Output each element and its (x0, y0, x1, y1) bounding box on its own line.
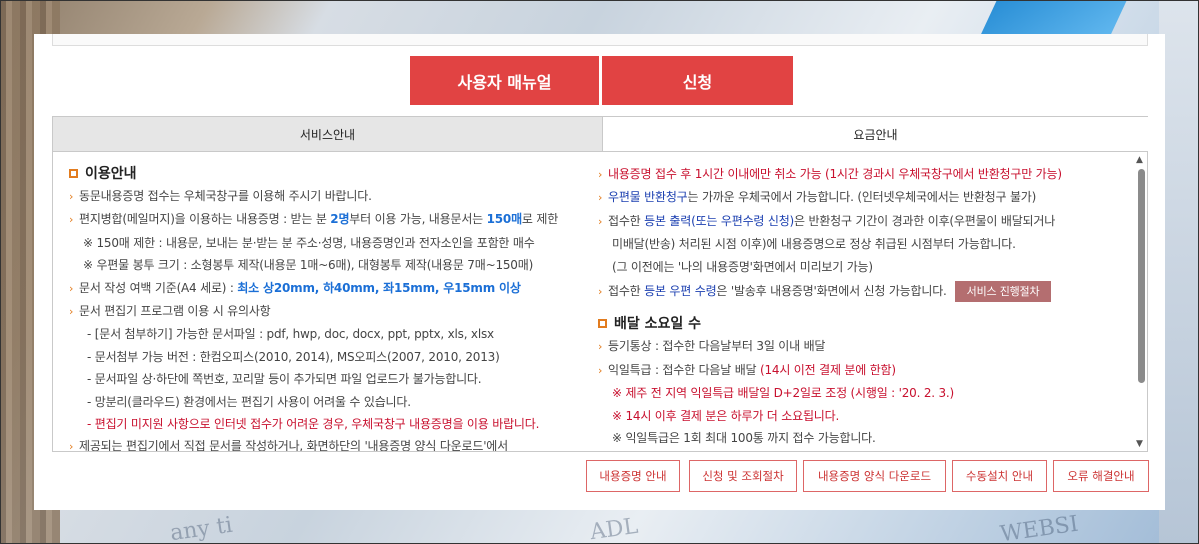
scrollbar-thumb[interactable] (1138, 169, 1145, 383)
top-strip (52, 34, 1148, 46)
arrow-bullet-icon: › (69, 440, 74, 451)
list-item: › 문서 편집기 프로그램 이용 시 유의사항 (69, 300, 599, 323)
list-item: - 문서첨부 가능 버전 : 한컴오피스(2010, 2014), MS오피스(… (87, 349, 500, 364)
list-item: - [문서 첨부하기] 가능한 문서파일 : pdf, hwp, doc, do… (87, 327, 494, 342)
list-item: › 우편물 반환청구는 가까운 우체국에서 가능합니다. (인터넷우체국에서는 반… (598, 186, 1133, 209)
list-item: - 망분리(클라우드) 환경에서는 편집기 사용이 어려울 수 있습니다. (87, 394, 411, 409)
tab-content: 이용안내 › 동문내용증명 접수는 우체국창구를 이용해 주시기 바랍니다. › 편… (53, 153, 1137, 451)
arrow-bullet-icon: › (69, 281, 74, 295)
arrow-bullet-icon: › (598, 168, 603, 181)
arrow-bullet-icon: › (598, 285, 603, 299)
arrow-bullet-icon: › (69, 305, 74, 319)
background-blue-shape (981, 0, 1127, 34)
background-deco-text: any ti (168, 512, 235, 544)
manual-install-button[interactable]: 수동설치 안내 (952, 460, 1047, 492)
scroll-up-icon[interactable]: ▲ (1136, 155, 1143, 165)
usage-guide-column: 이용안내 › 동문내용증명 접수는 우체국창구를 이용해 주시기 바랍니다. › 편… (69, 153, 599, 451)
content-guide-button[interactable]: 내용증명 안내 (586, 460, 680, 492)
list-item: ※ 150매 제한 : 내용문, 보내는 분·받는 분 주소·성명, 내용증명인… (83, 235, 535, 250)
cancel-delivery-column: › 내용증명 접수 후 1시간 이내에만 취소 가능 (1시간 경과시 우체국창구… (598, 153, 1133, 449)
square-bullet-icon (598, 318, 607, 328)
background-right (1159, 0, 1199, 544)
user-manual-button[interactable]: 사용자 매뉴얼 (410, 56, 599, 105)
scroll-down-icon[interactable]: ▼ (1136, 439, 1143, 449)
list-item: 미배달(반송) 처리된 시점 이후)에 내용증명으로 정상 취급된 시점부터 가… (612, 237, 1016, 252)
list-item: › 접수한 등본 우편 수령은 '발송후 내용증명'화면에서 신청 가능합니다. 서… (598, 280, 1133, 303)
square-bullet-icon (69, 168, 78, 178)
tab-fee-info[interactable]: 요금안내 (602, 117, 1148, 152)
list-item: ※ 우편물 봉투 크기 : 소형봉투 제작(내용문 1매~6매), 대형봉투 제… (83, 258, 534, 273)
usage-guide-heading: 이용안내 (69, 161, 599, 185)
list-item: › 제공되는 편집기에서 직접 문서를 작성하거나, 화면하단의 '내용증명 양식… (69, 435, 599, 451)
background-deco-text: WEBSI (998, 511, 1080, 544)
apply-and-lookup-button[interactable]: 신청 및 조회절차 (689, 460, 797, 492)
tab-service-info[interactable]: 서비스안내 (53, 117, 602, 152)
list-item: ※ 14시 이후 결제 분은 하루가 더 소요됩니다. (612, 408, 840, 423)
form-download-button[interactable]: 내용증명 양식 다운로드 (803, 460, 946, 492)
service-process-button[interactable]: 서비스 진행절차 (954, 281, 1052, 303)
list-item: - 문서파일 상·하단에 쪽번호, 꼬리말 등이 추가되면 파일 업로드가 불가… (87, 372, 482, 387)
scrollbar[interactable]: ▲ ▼ (1135, 153, 1147, 451)
list-item: (그 이전에는 '나의 내용증명'화면에서 미리보기 가능) (612, 259, 873, 274)
list-item: ※ 익일특급은 1회 최대 100통 까지 접수 가능합니다. (612, 431, 876, 446)
list-item: › 내용증명 접수 후 1시간 이내에만 취소 가능 (1시간 경과시 우체국창구… (598, 163, 1133, 186)
arrow-bullet-icon: › (69, 213, 74, 227)
list-item: › 등기통상 : 접수한 다음날부터 3일 이내 배달 (598, 335, 1133, 358)
arrow-bullet-icon: › (69, 190, 74, 203)
list-item: › 편지병합(메일머지)을 이용하는 내용증명 : 받는 분 2명부터 이용 가능… (69, 208, 599, 231)
arrow-bullet-icon: › (598, 214, 603, 228)
list-item: - 편집기 미지원 사항으로 인터넷 접수가 어려운 경우, 우체국창구 내용증… (87, 417, 540, 432)
list-item: ※ 제주 전 지역 익일특급 배달일 D+2일로 조정 (시행일 : '20. … (612, 386, 955, 401)
tabs-box: 서비스안내 요금안내 이용안내 › 동문내용증명 접수는 우체국창구를 이용해 주… (52, 116, 1148, 452)
apply-button[interactable]: 신청 (602, 56, 793, 105)
list-item: › 동문내용증명 접수는 우체국창구를 이용해 주시기 바랍니다. (69, 185, 599, 208)
background-deco-text: ADL (588, 513, 640, 544)
delivery-days-heading: 배달 소요일 수 (598, 311, 1133, 335)
arrow-bullet-icon: › (598, 191, 603, 205)
error-help-button[interactable]: 오류 해결안내 (1053, 460, 1149, 492)
main-panel: 사용자 매뉴얼 신청 서비스안내 요금안내 이용안내 › 동문내용증명 접수는 우… (34, 34, 1165, 510)
arrow-bullet-icon: › (598, 340, 603, 354)
list-item: › 문서 작성 여백 기준(A4 세로) : 최소 상20mm, 하40mm, 좌… (69, 277, 599, 300)
list-item: › 익일특급 : 접수한 다음날 배달 (14시 이전 결제 분에 한함) (598, 359, 1133, 382)
list-item: › 접수한 등본 출력(또는 우편수령 신청)은 반환청구 기간이 경과한 이후(… (598, 210, 1133, 233)
arrow-bullet-icon: › (598, 363, 603, 377)
